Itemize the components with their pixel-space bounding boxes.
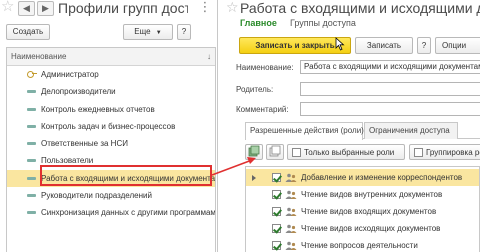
people-icon [285, 241, 297, 250]
people-icon [285, 173, 297, 182]
profile-form-window: ☆ Работа с входящими и исходящими докуме… [226, 0, 480, 252]
item-icon [27, 107, 36, 111]
roles-grouping-button[interactable]: Группировка ролей [409, 144, 480, 160]
row-label: Администратор [41, 70, 99, 79]
highlight-frame [40, 165, 212, 186]
role-row[interactable]: Чтение видов входящих документов [246, 203, 479, 220]
roles-list: Добавление и изменение корреспондентов Ч… [245, 166, 480, 252]
roles-toolbar: Только выбранные роли Группировка ролей [245, 144, 480, 162]
row-label: Синхронизация данных с другими программа… [41, 208, 215, 218]
role-checkbox[interactable] [272, 241, 281, 250]
comment-label: Комментарий: [236, 105, 289, 114]
table-row[interactable]: Ответственные за НСИ [7, 135, 215, 152]
people-icon [285, 190, 297, 199]
form-title: Работа с входящими и исходящими документ… [240, 0, 480, 16]
role-checkbox[interactable] [272, 190, 281, 199]
table-row[interactable]: Администратор [7, 66, 215, 83]
item-icon [27, 194, 36, 198]
parent-field[interactable] [300, 82, 480, 96]
name-field[interactable]: Работа с входящими и исходящими документ… [300, 60, 480, 74]
table-row[interactable]: Синхронизация данных с другими программа… [7, 204, 215, 221]
more-button[interactable]: Еще ▼ [123, 24, 173, 40]
options-button[interactable]: Опции [435, 37, 480, 54]
list-toolbar: Создать Еще ▼ ? [0, 20, 218, 44]
column-header-name[interactable]: Наименование ↓ [7, 48, 215, 66]
grouping-checkbox[interactable] [414, 148, 423, 157]
role-label: Чтение видов входящих документов [301, 207, 437, 216]
role-checkbox[interactable] [272, 207, 281, 216]
role-row[interactable]: Чтение видов внутренних документов [246, 186, 479, 203]
item-icon [27, 176, 36, 180]
tab-allowed-actions[interactable]: Разрешенные действия (роли) [245, 122, 364, 140]
access-profiles-list-window: ☆ ◀ ▶ Профили групп доступа ⋮ Создать Ещ… [0, 0, 218, 252]
table-row[interactable]: Контроль ежедневных отчетов [7, 101, 215, 118]
role-checkbox[interactable] [272, 224, 281, 233]
role-label: Добавление и изменение корреспондентов [301, 173, 463, 182]
save-button[interactable]: Записать [355, 37, 413, 54]
row-label: Контроль задач и бизнес-процессов [41, 121, 176, 131]
row-label: Руководители подразделений [41, 191, 152, 201]
row-label: Делопроизводители [41, 87, 116, 97]
only-selected-label: Только выбранные роли [304, 148, 395, 157]
parent-label: Родитель: [236, 85, 274, 94]
name-label: Наименование: [236, 63, 294, 72]
only-selected-roles-toggle[interactable]: Только выбранные роли [287, 144, 405, 160]
item-icon [27, 142, 36, 146]
chevron-down-icon: ▼ [155, 30, 162, 36]
role-label: Чтение видов внутренних документов [301, 190, 443, 199]
favorite-star-icon[interactable]: ☆ [1, 0, 17, 16]
profiles-table: Наименование ↓ Администратор Делопроизво… [6, 47, 216, 252]
role-row[interactable]: Чтение вопросов деятельности [246, 237, 479, 252]
uncheck-all-button[interactable] [266, 144, 284, 160]
column-header-label: Наименование [11, 52, 67, 61]
table-row[interactable]: Руководители подразделений [7, 187, 215, 204]
back-button[interactable]: ◀ [18, 1, 35, 16]
help-button[interactable]: ? [417, 37, 431, 54]
sort-down-icon: ↓ [207, 52, 211, 61]
create-button[interactable]: Создать [6, 24, 50, 40]
check-all-icon [248, 145, 260, 157]
check-all-button[interactable] [245, 144, 263, 160]
item-icon [27, 159, 36, 163]
uncheck-all-icon [269, 145, 281, 157]
more-label: Еще [134, 27, 151, 36]
mouse-cursor-icon [335, 37, 345, 51]
page-title: Профили групп доступа [58, 0, 188, 16]
role-label: Чтение вопросов деятельности [301, 241, 418, 250]
help-button[interactable]: ? [177, 24, 191, 40]
row-label: Контроль ежедневных отчетов [41, 104, 155, 114]
role-label: Чтение видов исходящих документов [301, 224, 441, 233]
table-row[interactable]: Делопроизводители [7, 83, 215, 100]
row-label: Ответственные за НСИ [41, 139, 128, 149]
people-icon [285, 207, 297, 216]
inner-tabs: Разрешенные действия (роли) Ограничения … [245, 122, 480, 140]
grouping-label: Группировка ролей [426, 148, 480, 157]
role-checkbox[interactable] [272, 173, 281, 182]
table-row[interactable]: Контроль задач и бизнес-процессов [7, 118, 215, 135]
forward-button[interactable]: ▶ [37, 1, 54, 16]
tab-access-groups[interactable]: Группы доступа [290, 18, 356, 28]
expand-icon[interactable] [252, 175, 256, 181]
role-row[interactable]: Чтение видов исходящих документов [246, 220, 479, 237]
tab-access-restrictions[interactable]: Ограничения доступа [364, 122, 458, 139]
more-icon[interactable]: ⋮ [195, 0, 215, 16]
people-icon [285, 224, 297, 233]
item-icon [27, 90, 36, 94]
favorite-star-icon[interactable]: ☆ [226, 0, 239, 14]
item-icon [27, 124, 36, 128]
item-icon [27, 211, 36, 215]
only-selected-checkbox[interactable] [292, 148, 301, 157]
role-row-selected[interactable]: Добавление и изменение корреспондентов [246, 169, 479, 186]
comment-field[interactable] [300, 102, 480, 116]
key-icon [27, 71, 37, 78]
tab-main[interactable]: Главное [240, 18, 277, 28]
list-header: ☆ ◀ ▶ Профили групп доступа ⋮ [0, 0, 218, 20]
